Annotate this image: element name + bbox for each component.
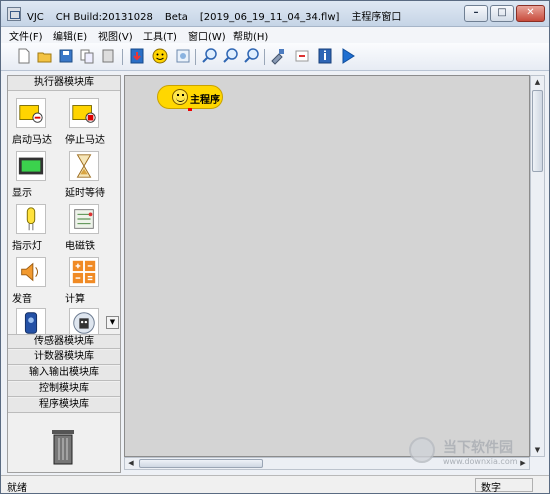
library-header-actuator[interactable]: 执行器模块库: [8, 76, 120, 91]
library-scroll-down-button[interactable]: ▼: [106, 316, 119, 329]
window-title: VJC CH Build:20131028 Beta [2019_06_19_11_0…: [27, 8, 413, 23]
toolbar-separator: [195, 49, 196, 65]
electromagnet-icon: [69, 204, 99, 234]
hourglass-icon: [69, 151, 99, 181]
library-header-program[interactable]: 程序模块库: [8, 398, 120, 413]
tool-sound[interactable]: 发音: [12, 257, 62, 307]
watermark: 当下软件园 www.downxia.com: [409, 433, 544, 473]
toolbar: [1, 43, 549, 71]
stop-motor-icon: [69, 98, 99, 128]
toolbar-separator: [122, 49, 123, 65]
title-bar[interactable]: VJC CH Build:20131028 Beta [2019_06_19_11_0…: [1, 1, 549, 27]
edition-label: Beta: [164, 12, 188, 23]
close-button[interactable]: ✕: [516, 5, 545, 22]
main-program-block[interactable]: 主程序: [157, 85, 223, 111]
lamp-icon: [16, 204, 46, 234]
tool-label: 电磁铁: [65, 241, 95, 252]
tool-label: 发音: [12, 294, 32, 305]
tool-label: 延时等待: [65, 188, 105, 199]
calculator-icon: [69, 257, 99, 287]
maximize-icon: □: [497, 7, 507, 18]
watermark-url: www.downxia.com: [443, 457, 518, 466]
menu-file[interactable]: 文件(F): [9, 28, 43, 43]
info-icon[interactable]: [316, 47, 334, 65]
file-name: [2019_06_19_11_04_34.flw]: [199, 12, 340, 23]
menu-bar: 文件(F) 编辑(E) 视图(V) 工具(T) 窗口(W) 帮助(H): [1, 27, 549, 43]
watermark-logo-icon: [409, 437, 435, 463]
status-mode: 数字: [475, 478, 533, 494]
menu-edit[interactable]: 编辑(E): [53, 28, 87, 43]
status-ready: 就绪: [7, 483, 27, 494]
save-icon[interactable]: [57, 47, 75, 65]
maximize-button[interactable]: □: [490, 5, 514, 22]
download-icon[interactable]: [128, 47, 146, 65]
tool-electromagnet[interactable]: 电磁铁: [65, 204, 115, 254]
tool-stop-motor[interactable]: 停止马达: [65, 98, 115, 148]
new-icon[interactable]: [15, 47, 33, 65]
tool-label: 显示: [12, 188, 32, 199]
toolbar-separator: [264, 49, 265, 65]
vertical-scrollbar[interactable]: ▲ ▼: [530, 75, 545, 457]
main-program-label: 主程序: [190, 95, 220, 106]
tools-icon[interactable]: [269, 47, 287, 65]
zoom-in-icon[interactable]: [201, 47, 219, 65]
zoom-out-icon[interactable]: [222, 47, 240, 65]
status-bar: 就绪 数字: [1, 475, 549, 494]
zoom-icon[interactable]: [243, 47, 261, 65]
library-header-sensor[interactable]: 传感器模块库: [8, 334, 120, 349]
build-label: CH Build:20131028: [55, 12, 153, 23]
tool-indicator-lamp[interactable]: 指示灯: [12, 204, 62, 254]
app-icon[interactable]: [7, 7, 21, 21]
close-icon: ✕: [526, 7, 535, 18]
display-icon: [16, 151, 46, 181]
open-icon[interactable]: [36, 47, 54, 65]
tool-label: 启动马达: [12, 135, 52, 146]
menu-window[interactable]: 窗口(W): [188, 28, 226, 43]
block-output-port[interactable]: [188, 108, 192, 111]
page-icon[interactable]: [174, 47, 192, 65]
convert-icon[interactable]: [293, 47, 311, 65]
tool-start-motor[interactable]: 启动马达: [12, 98, 62, 148]
tool-label: 指示灯: [12, 241, 42, 252]
horizontal-scroll-thumb[interactable]: [139, 459, 263, 468]
minimize-button[interactable]: –: [464, 5, 488, 22]
run-icon[interactable]: [339, 47, 357, 65]
tool-label: 计算: [65, 294, 85, 305]
speaker-icon: [16, 257, 46, 287]
minimize-icon: –: [473, 7, 479, 18]
app-window: VJC CH Build:20131028 Beta [2019_06_19_11_0…: [0, 0, 550, 494]
menu-tools[interactable]: 工具(T): [143, 28, 177, 43]
tool-delay[interactable]: 延时等待: [65, 151, 115, 201]
menu-help[interactable]: 帮助(H): [233, 28, 268, 43]
scroll-up-icon[interactable]: ▲: [531, 76, 544, 88]
view-name: 主程序窗口: [351, 12, 402, 23]
menu-view[interactable]: 视图(V): [98, 28, 133, 43]
paste-icon[interactable]: [99, 47, 117, 65]
app-name: VJC: [27, 12, 44, 23]
watermark-title: 当下软件园: [443, 440, 513, 456]
start-motor-icon: [16, 98, 46, 128]
library-header-counter[interactable]: 计数器模块库: [8, 350, 120, 365]
module-library-panel: 执行器模块库 启动马达 停止马达 显示 延时等待 指示灯 电磁铁 发音 计算 ▼…: [7, 75, 121, 473]
library-header-io[interactable]: 输入输出模块库: [8, 366, 120, 381]
library-header-control[interactable]: 控制模块库: [8, 382, 120, 397]
tool-calculate[interactable]: 计算: [65, 257, 115, 307]
smiley-icon: [172, 89, 188, 105]
vertical-scroll-thumb[interactable]: [532, 90, 543, 172]
program-canvas[interactable]: [124, 75, 530, 457]
copy-icon[interactable]: [78, 47, 96, 65]
tool-label: 停止马达: [65, 135, 105, 146]
smiley-icon[interactable]: [151, 47, 169, 65]
trash-icon[interactable]: [50, 428, 76, 466]
scroll-left-icon[interactable]: ◀: [125, 458, 137, 469]
tool-display[interactable]: 显示: [12, 151, 62, 201]
